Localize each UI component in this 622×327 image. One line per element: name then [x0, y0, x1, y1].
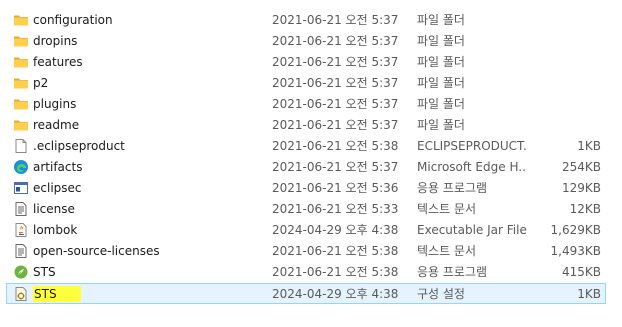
folder-icon [13, 96, 29, 112]
file-name: STS [33, 265, 56, 279]
file-type: 텍스트 문서 [417, 202, 477, 216]
file-date-modified: 2021-06-21 오전 5:38 [272, 265, 399, 279]
file-date-modified: 2021-06-21 오전 5:38 [272, 244, 399, 258]
file-type: 구성 설정 [417, 287, 465, 301]
file-date-modified: 2024-04-29 오후 4:38 [272, 287, 399, 301]
file-row[interactable]: dropins 2021-06-21 오전 5:37 파일 폴더 [6, 30, 606, 51]
file-type: 파일 폴더 [417, 118, 465, 132]
file-size: 12KB [569, 202, 601, 216]
file-date-modified: 2021-06-21 오전 5:36 [272, 181, 399, 195]
file-size: 1KB [577, 139, 601, 153]
file-row[interactable]: .eclipseproduct 2021-06-21 오전 5:38 ECLIPSE… [6, 135, 606, 156]
folder-icon [13, 33, 29, 49]
file-date-modified: 2021-06-21 오전 5:33 [272, 202, 399, 216]
file-name: open-source-licenses [33, 244, 160, 258]
file-type: 파일 폴더 [417, 34, 465, 48]
file-type: 텍스트 문서 [417, 244, 477, 258]
blank-file-icon [13, 138, 29, 154]
file-row[interactable]: lombok 2024-04-29 오후 4:38 Executable Jar F… [6, 219, 606, 240]
file-name: plugins [33, 97, 77, 111]
file-name: dropins [33, 34, 78, 48]
file-type: 응용 프로그램 [417, 265, 488, 279]
file-row[interactable]: STS 2024-04-29 오후 4:38 구성 설정 1KB [6, 283, 606, 304]
file-name: readme [33, 118, 80, 132]
folder-icon [13, 75, 29, 91]
spring-icon [13, 264, 29, 280]
file-type: 파일 폴더 [417, 97, 465, 111]
file-row[interactable]: license 2021-06-21 오전 5:33 텍스트 문서 12KB [6, 198, 606, 219]
file-name: configuration [33, 13, 113, 27]
file-name: lombok [33, 223, 78, 237]
file-type: Executable Jar File [417, 223, 527, 237]
edge-icon [13, 159, 29, 175]
console-app-icon [13, 180, 29, 196]
file-date-modified: 2021-06-21 오전 5:37 [272, 55, 399, 69]
file-date-modified: 2021-06-21 오전 5:38 [272, 139, 399, 153]
file-list: configuration 2021-06-21 오전 5:37 파일 폴더 drop… [0, 0, 622, 327]
file-row[interactable]: features 2021-06-21 오전 5:37 파일 폴더 [6, 51, 606, 72]
file-name: eclipsec [33, 181, 82, 195]
file-row[interactable]: configuration 2021-06-21 오전 5:37 파일 폴더 [6, 9, 606, 30]
file-name: p2 [33, 76, 49, 90]
file-type: ECLIPSEPRODUCT... [417, 139, 527, 153]
file-row[interactable]: readme 2021-06-21 오전 5:37 파일 폴더 [6, 114, 606, 135]
file-date-modified: 2021-06-21 오전 5:37 [272, 76, 399, 90]
file-type: Microsoft Edge H... [417, 160, 527, 174]
file-type: 응용 프로그램 [417, 181, 488, 195]
file-name: artifacts [33, 160, 83, 174]
folder-icon [13, 54, 29, 70]
file-name: features [33, 55, 83, 69]
text-file-icon [13, 243, 29, 259]
file-type: 파일 폴더 [417, 13, 465, 27]
file-date-modified: 2021-06-21 오전 5:37 [272, 97, 399, 111]
file-row[interactable]: p2 2021-06-21 오전 5:37 파일 폴더 [6, 72, 606, 93]
file-type: 파일 폴더 [417, 55, 465, 69]
file-row[interactable]: artifacts 2021-06-21 오전 5:37 Microsoft Edg… [6, 156, 606, 177]
file-date-modified: 2021-06-21 오전 5:37 [272, 13, 399, 27]
file-date-modified: 2021-06-21 오전 5:37 [272, 118, 399, 132]
file-date-modified: 2024-04-29 오후 4:38 [272, 223, 399, 237]
text-file-icon [13, 201, 29, 217]
file-date-modified: 2021-06-21 오전 5:37 [272, 34, 399, 48]
file-size: 1,629KB [550, 223, 601, 237]
file-row[interactable]: STS 2021-06-21 오전 5:38 응용 프로그램 415KB [6, 261, 606, 282]
file-row[interactable]: plugins 2021-06-21 오전 5:37 파일 폴더 [6, 93, 606, 114]
file-type: 파일 폴더 [417, 76, 465, 90]
file-date-modified: 2021-06-21 오전 5:37 [272, 160, 399, 174]
file-name: .eclipseproduct [33, 139, 125, 153]
settings-file-icon [13, 286, 29, 302]
file-row[interactable]: eclipsec 2021-06-21 오전 5:36 응용 프로그램 129KB [6, 177, 606, 198]
file-size: 1KB [577, 287, 601, 301]
file-row[interactable]: open-source-licenses 2021-06-21 오전 5:38 텍스… [6, 240, 606, 261]
file-name: license [33, 202, 75, 216]
folder-icon [13, 12, 29, 28]
file-size: 129KB [561, 181, 601, 195]
file-size: 1,493KB [550, 244, 601, 258]
file-name: STS [33, 286, 81, 302]
file-name-highlight: STS [33, 286, 81, 302]
java-jar-icon [13, 222, 29, 238]
file-size: 254KB [561, 160, 601, 174]
folder-icon [13, 117, 29, 133]
file-size: 415KB [561, 265, 601, 279]
